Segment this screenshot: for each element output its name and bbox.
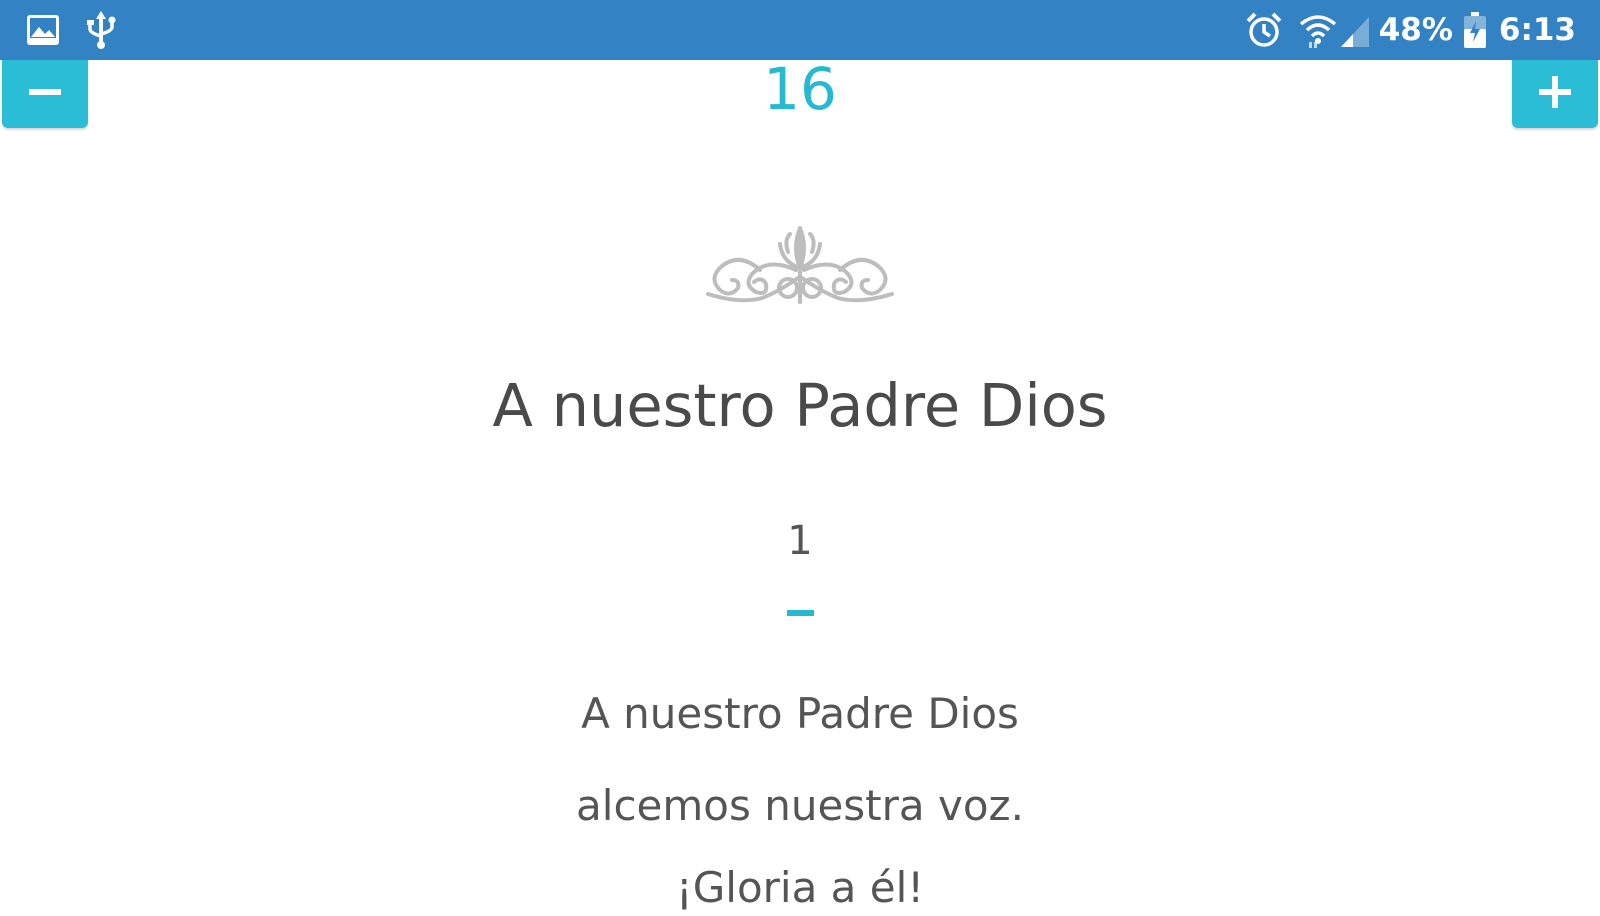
battery-percent: 48% <box>1378 12 1453 48</box>
alarm-icon <box>1245 11 1283 49</box>
song-title: A nuestro Padre Dios <box>492 371 1108 440</box>
battery-icon <box>1463 12 1487 48</box>
lyric-line: ¡Gloria a él! <box>675 863 925 912</box>
increase-font-button[interactable] <box>1512 60 1598 128</box>
verse-number: 1 <box>787 518 813 564</box>
lyric-line: alcemos nuestra voz. <box>576 781 1024 830</box>
wifi-icon <box>1299 12 1337 48</box>
flourish-ornament-icon <box>700 222 900 312</box>
signal-icon <box>1339 13 1371 47</box>
verse-divider <box>787 610 814 616</box>
lyric-line: A nuestro Padre Dios <box>581 689 1019 738</box>
usb-icon <box>86 11 116 49</box>
status-bar-left <box>26 11 116 49</box>
status-bar: 48% 6:13 <box>0 0 1600 60</box>
clock-time: 6:13 <box>1498 12 1576 48</box>
plus-icon <box>1537 74 1573 114</box>
image-icon <box>26 14 60 46</box>
status-bar-right: 48% 6:13 <box>1245 10 1576 50</box>
font-size-value: 16 <box>763 55 837 123</box>
